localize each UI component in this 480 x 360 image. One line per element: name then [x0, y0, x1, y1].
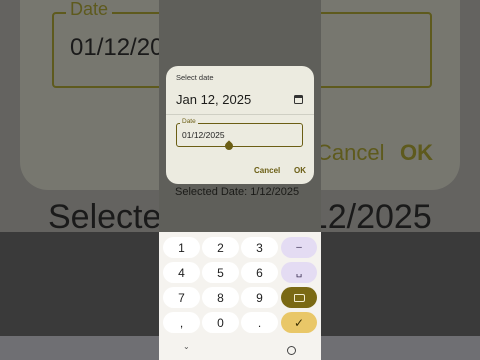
date-field-label: Date: [180, 118, 198, 126]
key-3[interactable]: 3: [241, 237, 278, 258]
phone-screen: Selected Date: 1/12/2025 Select date Jan…: [159, 0, 321, 360]
date-field-value[interactable]: 01/12/2025: [182, 130, 225, 140]
ok-button[interactable]: OK: [294, 166, 306, 175]
dialog-divider: [166, 114, 314, 115]
enter-key[interactable]: ✓: [281, 312, 317, 333]
key-1[interactable]: 1: [163, 237, 200, 258]
key-9[interactable]: 9: [241, 287, 278, 308]
key-space[interactable]: ␣: [281, 262, 317, 283]
background-ok: OK: [400, 140, 433, 165]
globe-icon[interactable]: [287, 346, 296, 355]
backspace-icon: [293, 293, 305, 302]
key-0[interactable]: 0: [202, 312, 239, 333]
key-period[interactable]: .: [241, 312, 278, 333]
date-picker-dialog: Select date Jan 12, 2025 Date 01/12/2025…: [166, 66, 314, 184]
dialog-title: Select date: [176, 73, 214, 82]
key-7[interactable]: 7: [163, 287, 200, 308]
background-cancel: Cancel: [316, 140, 385, 165]
background-field-label: Date: [66, 0, 113, 18]
hide-keyboard-chevron-icon[interactable]: ⌄: [183, 342, 190, 351]
key-comma[interactable]: ,: [163, 312, 200, 333]
cancel-button[interactable]: Cancel: [254, 166, 280, 175]
key-5[interactable]: 5: [202, 262, 239, 283]
calendar-icon[interactable]: [294, 95, 303, 104]
key-2[interactable]: 2: [202, 237, 239, 258]
key-6[interactable]: 6: [241, 262, 278, 283]
key-4[interactable]: 4: [163, 262, 200, 283]
key-dash[interactable]: –: [281, 237, 317, 258]
key-8[interactable]: 8: [202, 287, 239, 308]
dialog-headline-date: Jan 12, 2025: [176, 92, 252, 107]
selected-date-text: Selected Date: 1/12/2025: [175, 186, 300, 198]
backspace-key[interactable]: [281, 287, 317, 308]
